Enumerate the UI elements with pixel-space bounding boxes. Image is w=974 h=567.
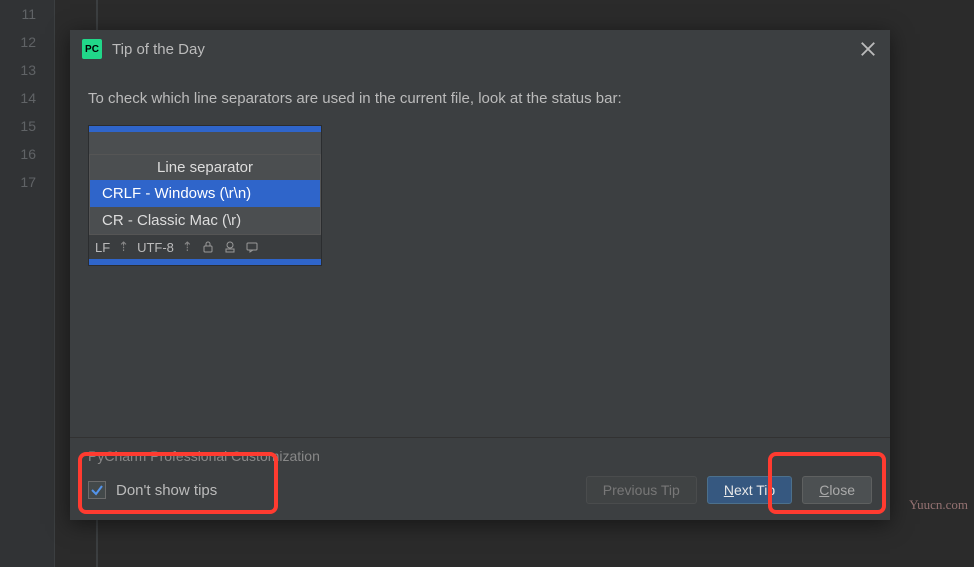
lock-icon — [201, 240, 215, 254]
watermark: Yuucn.com — [909, 497, 968, 513]
line-separator-menu: Line separator CRLF - Windows (\r\n) CR … — [89, 154, 321, 235]
pycharm-icon: PC — [82, 39, 102, 59]
line-number: 15 — [0, 112, 54, 140]
mini-statusbar: LF ⇡ UTF-8 ⇡ — [89, 235, 321, 259]
tip-illustration: Line separator CRLF - Windows (\r\n) CR … — [88, 125, 322, 266]
tip-text: To check which line separators are used … — [88, 90, 872, 107]
line-number: 16 — [0, 140, 54, 168]
chat-icon — [245, 240, 259, 254]
separator-icon: ⇡ — [118, 239, 129, 255]
inspector-icon — [223, 240, 237, 254]
menu-header: Line separator — [90, 155, 320, 180]
menu-item-selected: CRLF - Windows (\r\n) — [90, 180, 320, 207]
line-number: 13 — [0, 56, 54, 84]
status-encoding: UTF-8 — [137, 240, 174, 255]
line-number: 17 — [0, 168, 54, 196]
menu-item: CR - Classic Mac (\r) — [90, 207, 320, 234]
status-lf: LF — [95, 240, 110, 255]
footer-row: Don't show tips Previous Tip Next Tip Cl… — [70, 470, 890, 520]
dialog-titlebar: PC Tip of the Day — [70, 30, 890, 68]
tip-of-the-day-dialog: PC Tip of the Day To check which line se… — [70, 30, 890, 520]
dialog-title: Tip of the Day — [112, 41, 205, 58]
line-number-gutter: 11 12 13 14 15 16 17 — [0, 0, 55, 567]
dialog-footer: PyCharm Professional Customization Don't… — [70, 437, 890, 520]
separator-icon: ⇡ — [182, 239, 193, 255]
illustration-bg — [89, 132, 321, 154]
close-button[interactable]: Close — [802, 476, 872, 504]
dialog-content: To check which line separators are used … — [70, 68, 890, 276]
line-number: 12 — [0, 28, 54, 56]
dont-show-tips-label: Don't show tips — [116, 482, 217, 499]
close-icon[interactable] — [858, 39, 878, 59]
line-number: 11 — [0, 0, 54, 28]
dont-show-tips-checkbox[interactable] — [88, 481, 106, 499]
next-tip-button[interactable]: Next Tip — [707, 476, 792, 504]
line-number: 14 — [0, 84, 54, 112]
illustration-bottom-edge — [89, 259, 321, 265]
footer-label: PyCharm Professional Customization — [70, 438, 890, 470]
previous-tip-button[interactable]: Previous Tip — [586, 476, 697, 504]
